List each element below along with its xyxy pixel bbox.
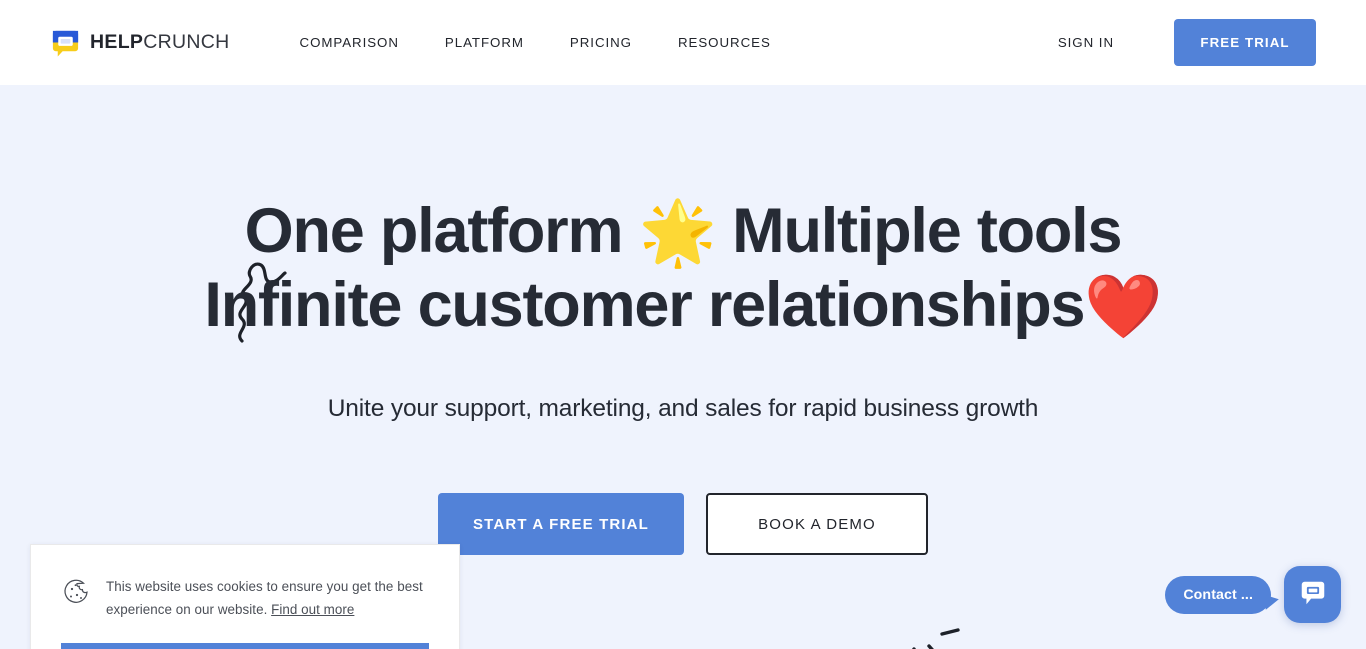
sign-in-link[interactable]: SIGN IN (1058, 35, 1114, 50)
nav-item-pricing[interactable]: PRICING (570, 27, 632, 58)
hero-title-line-2: Infinite customer relationships❤️ (0, 269, 1366, 343)
hero-title-line-1-rest: Multiple tools (715, 196, 1122, 266)
site-header: HELPCRUNCH COMPARISON PLATFORM PRICING R… (0, 0, 1366, 85)
cookie-message-text: This website uses cookies to ensure you … (106, 579, 423, 618)
allow-cookies-button[interactable]: ALLOW (61, 643, 429, 649)
nav-item-resources[interactable]: RESOURCES (678, 27, 771, 58)
helpcrunch-chat-logo-icon (50, 27, 81, 58)
brand-name-light: CRUNCH (143, 30, 230, 53)
star-emoji-icon: 🌟 (638, 196, 717, 269)
chat-greeting-bubble[interactable]: Contact ... (1165, 575, 1271, 614)
hero-title-line-2-text: Infinite customer relationships (204, 270, 1085, 341)
brand-wordmark: HELPCRUNCH (90, 30, 230, 53)
cookie-consent-banner: This website uses cookies to ensure you … (30, 544, 460, 649)
hero-title-line-1: One platform 🌟 Multiple tools (0, 195, 1366, 269)
chat-launcher-button[interactable] (1284, 566, 1341, 623)
cookie-icon (61, 577, 91, 607)
book-a-demo-button[interactable]: BOOK A DEMO (706, 493, 928, 555)
hero-title-line-1-text: One platform (244, 196, 639, 266)
hero-content: One platform 🌟 Multiple tools Infinite c… (0, 85, 1366, 555)
hero-subtitle: Unite your support, marketing, and sales… (327, 395, 1039, 423)
page-title: One platform 🌟 Multiple tools Infinite c… (0, 195, 1366, 343)
heart-hands-emoji-icon: ❤️ (1084, 270, 1162, 344)
main-navigation: COMPARISON PLATFORM PRICING RESOURCES (300, 27, 771, 58)
cookie-message-row: This website uses cookies to ensure you … (61, 575, 429, 621)
chat-widget: Contact ... (1165, 566, 1341, 623)
brand-name-bold: HELP (90, 30, 144, 53)
nav-item-platform[interactable]: PLATFORM (445, 27, 524, 58)
chat-bubble-icon (1298, 578, 1328, 611)
burst-doodle-icon (898, 628, 964, 649)
find-out-more-link[interactable]: Find out more (271, 602, 354, 617)
brand-logo[interactable]: HELPCRUNCH (50, 27, 230, 58)
cookie-message: This website uses cookies to ensure you … (106, 575, 429, 621)
free-trial-button[interactable]: FREE TRIAL (1174, 19, 1316, 66)
nav-item-comparison[interactable]: COMPARISON (300, 27, 399, 58)
start-free-trial-button[interactable]: START A FREE TRIAL (438, 493, 684, 555)
header-actions: SIGN IN FREE TRIAL (1058, 19, 1316, 66)
hero-section: One platform 🌟 Multiple tools Infinite c… (0, 85, 1366, 649)
